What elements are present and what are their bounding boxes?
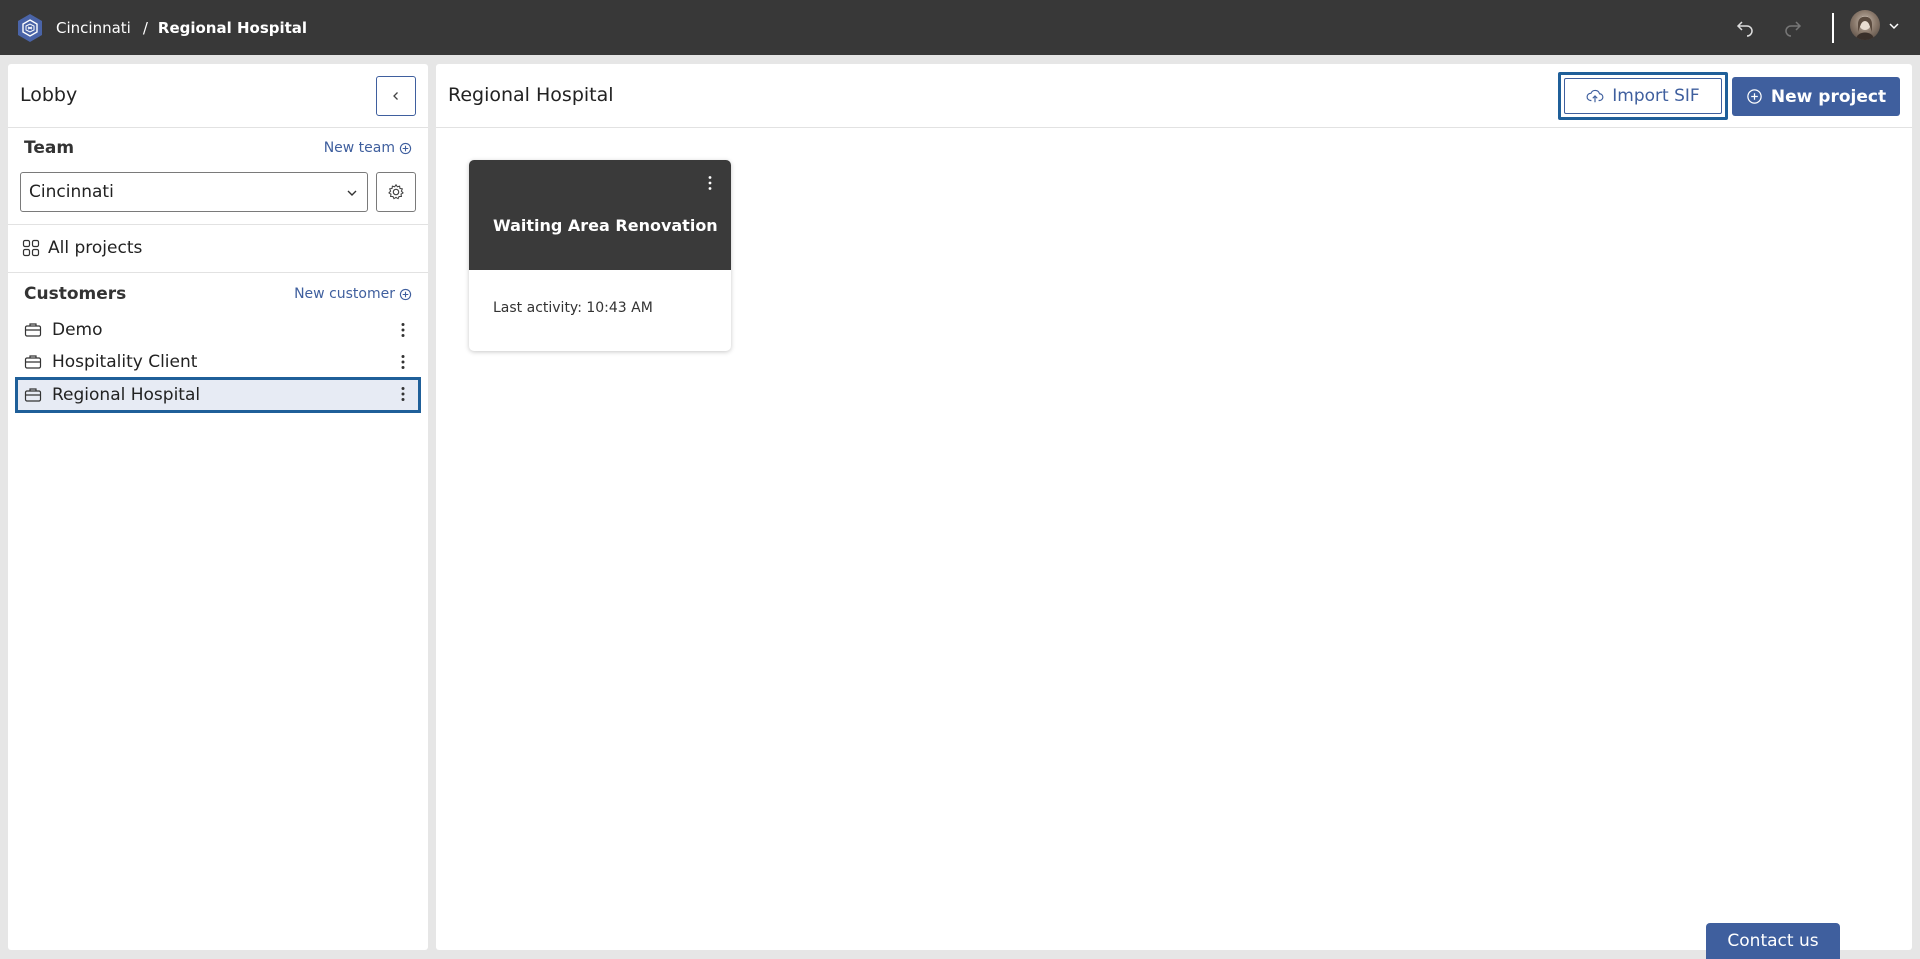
team-heading: Team xyxy=(24,138,75,158)
top-bar: Cincinnati / Regional Hospital xyxy=(0,0,1920,55)
briefcase-icon xyxy=(24,388,42,402)
project-title: Waiting Area Renovation xyxy=(493,216,718,235)
chevron-left-icon xyxy=(393,92,398,100)
avatar[interactable] xyxy=(1850,10,1880,40)
new-team-button[interactable]: New team xyxy=(324,140,412,156)
team-select[interactable]: Cincinnati xyxy=(20,172,368,212)
breadcrumb: Cincinnati / Regional Hospital xyxy=(56,0,307,55)
main-panel: Regional Hospital Import SIF New project… xyxy=(436,64,1912,950)
more-vertical-icon[interactable] xyxy=(394,353,412,371)
cloud-upload-icon xyxy=(1586,89,1604,103)
new-customer-button[interactable]: New customer xyxy=(294,286,412,302)
plus-circle-icon xyxy=(1747,89,1762,104)
import-sif-button[interactable]: Import SIF xyxy=(1564,78,1722,114)
plus-circle-icon xyxy=(399,142,412,154)
briefcase-icon xyxy=(24,323,42,337)
briefcase-icon xyxy=(24,355,42,369)
team-settings-button[interactable] xyxy=(376,172,416,212)
all-projects-link[interactable]: All projects xyxy=(22,238,142,258)
project-last-activity: Last activity: 10:43 AM xyxy=(493,300,653,316)
customer-label: Hospitality Client xyxy=(52,352,198,372)
sidebar-item-demo[interactable]: Demo xyxy=(16,314,420,346)
sidebar-item-hospitality-client[interactable]: Hospitality Client xyxy=(16,346,420,378)
project-card[interactable]: Waiting Area Renovation Last activity: 1… xyxy=(469,160,731,351)
import-sif-label: Import SIF xyxy=(1612,86,1700,106)
new-customer-label: New customer xyxy=(294,286,395,302)
redo-icon[interactable] xyxy=(1781,15,1805,39)
more-vertical-icon[interactable] xyxy=(394,321,412,339)
sidebar: Lobby Team New team Cincinnati All proje… xyxy=(8,64,428,950)
more-vertical-icon[interactable] xyxy=(394,385,412,403)
plus-circle-icon xyxy=(399,288,412,300)
undo-icon[interactable] xyxy=(1733,15,1757,39)
sidebar-divider xyxy=(8,272,428,273)
new-project-button[interactable]: New project xyxy=(1732,77,1900,116)
import-sif-focus-ring: Import SIF xyxy=(1558,72,1728,120)
sidebar-title: Lobby xyxy=(20,84,78,106)
more-vertical-icon[interactable] xyxy=(701,174,719,192)
new-team-label: New team xyxy=(323,140,395,156)
project-card-header: Waiting Area Renovation xyxy=(469,160,731,270)
main-header: Regional Hospital Import SIF New project xyxy=(436,64,1912,128)
breadcrumb-customer[interactable]: Regional Hospital xyxy=(158,19,307,37)
grid-icon xyxy=(22,239,40,257)
all-projects-label: All projects xyxy=(48,238,143,258)
customers-heading: Customers xyxy=(24,284,127,304)
customer-label: Demo xyxy=(52,320,103,340)
sidebar-divider xyxy=(8,224,428,225)
breadcrumb-separator: / xyxy=(142,18,148,37)
customer-label: Regional Hospital xyxy=(52,385,201,405)
topbar-divider xyxy=(1832,13,1834,43)
breadcrumb-team[interactable]: Cincinnati xyxy=(56,19,131,37)
new-project-label: New project xyxy=(1770,86,1887,107)
team-select-value: Cincinnati xyxy=(29,182,114,202)
collapse-sidebar-button[interactable] xyxy=(376,76,416,116)
contact-us-button[interactable]: Contact us xyxy=(1706,923,1840,959)
chevron-down-icon[interactable] xyxy=(1887,18,1901,32)
sidebar-item-regional-hospital[interactable]: Regional Hospital xyxy=(15,377,421,413)
sidebar-header: Lobby xyxy=(8,64,428,128)
gear-icon xyxy=(388,183,404,200)
page-title: Regional Hospital xyxy=(448,84,614,106)
chevron-down-icon xyxy=(347,190,357,196)
customer-list: Demo Hospitality Client Regional Hospita… xyxy=(15,314,421,413)
app-logo-icon[interactable] xyxy=(14,12,46,44)
